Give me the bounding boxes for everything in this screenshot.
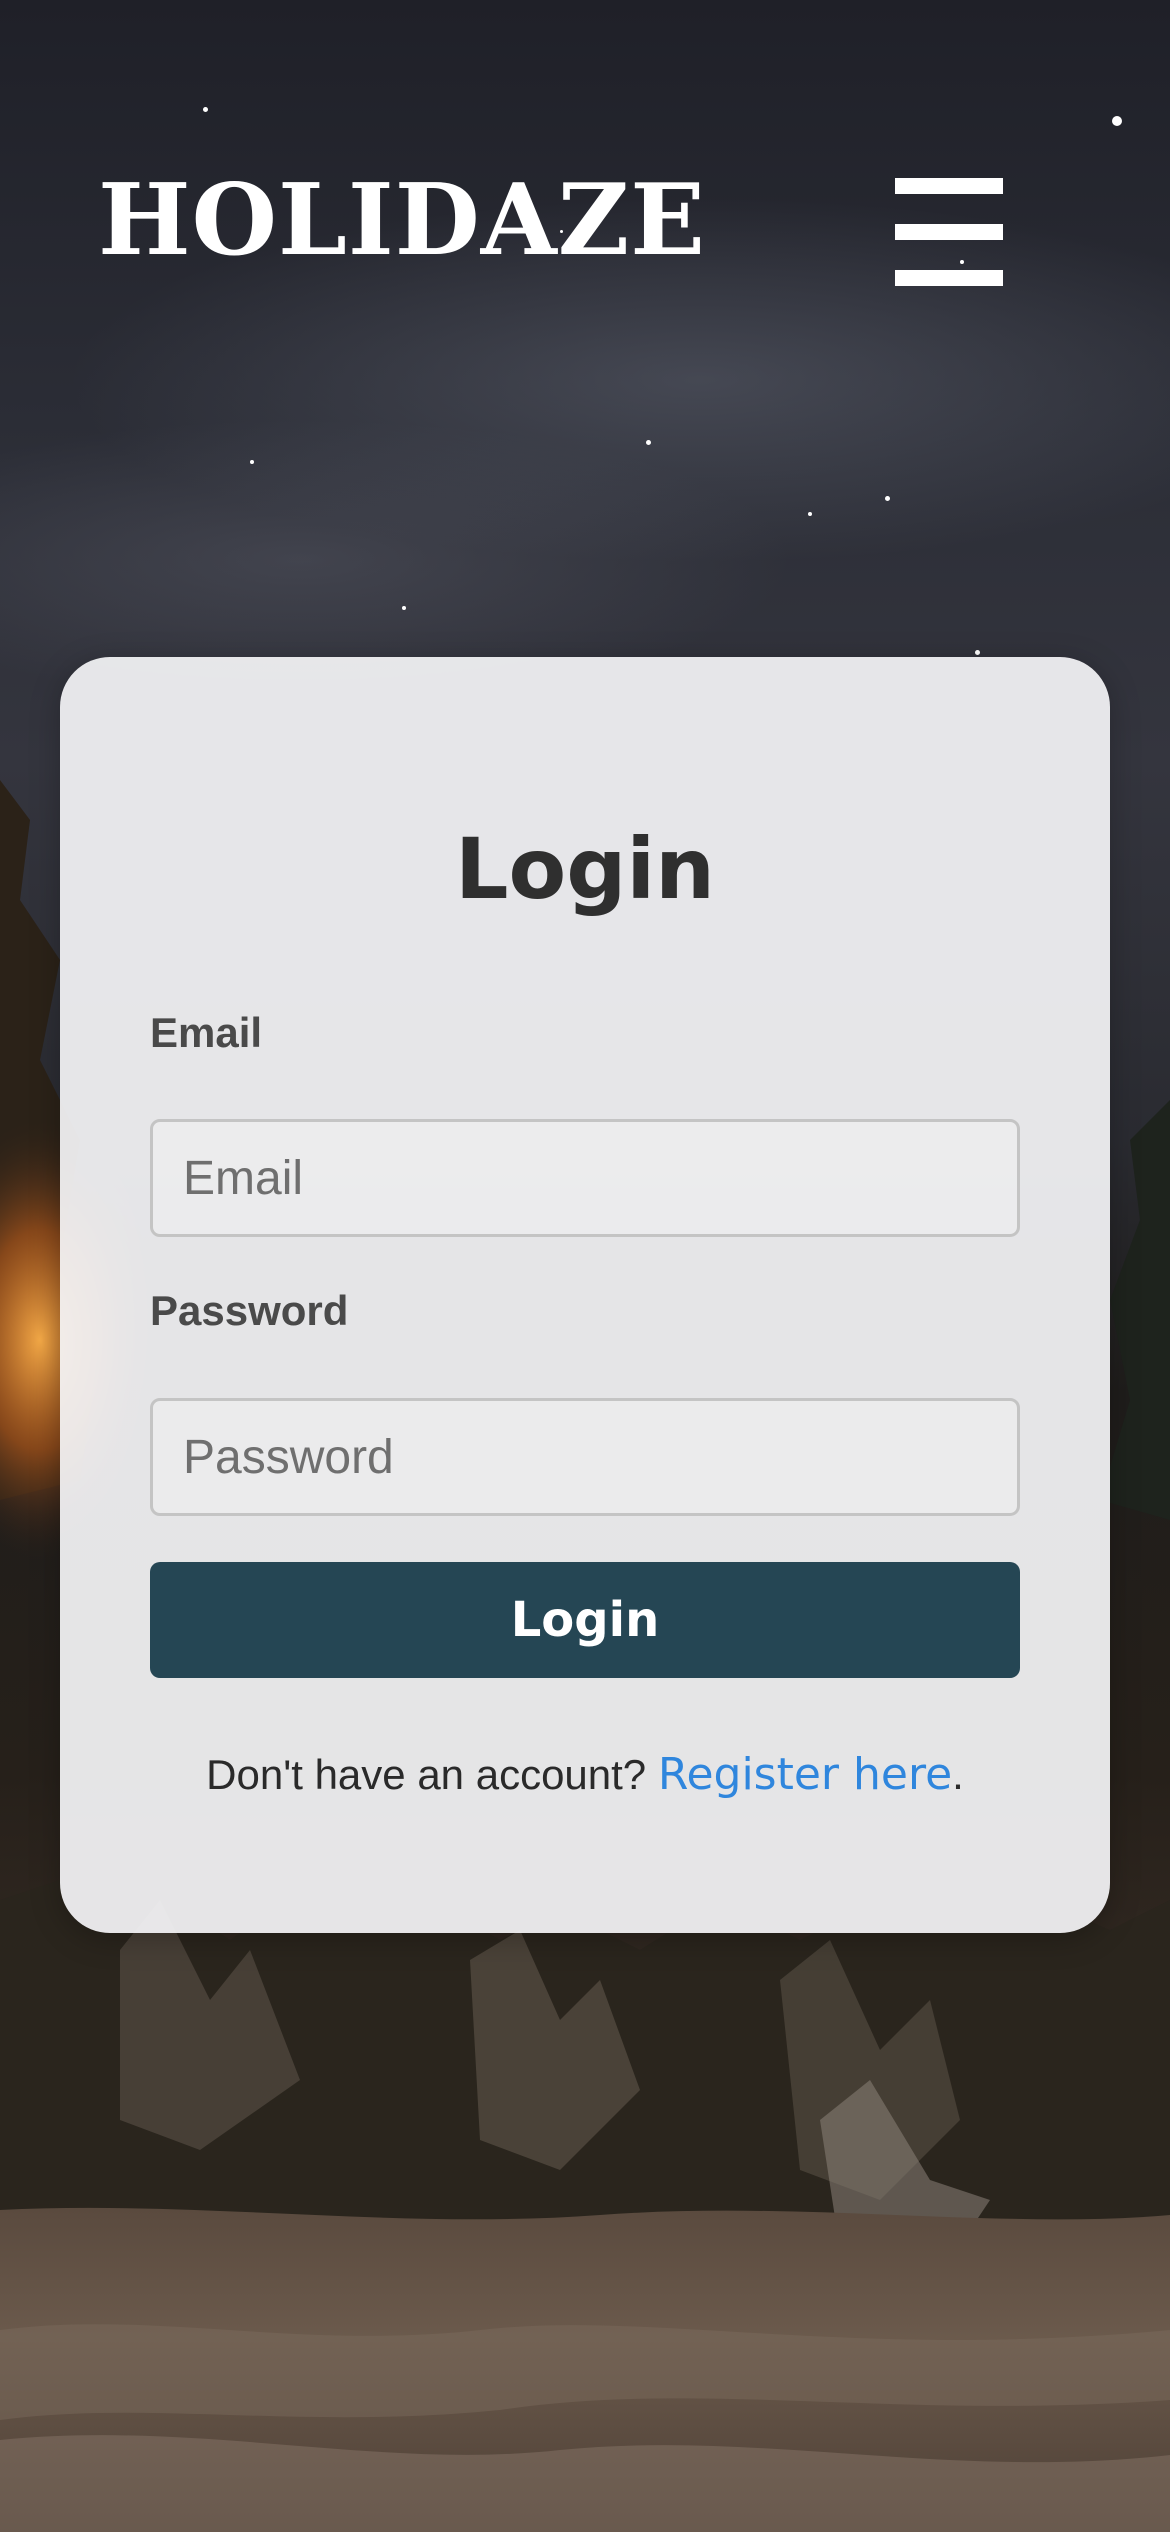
email-label: Email — [150, 1009, 263, 1056]
password-label: Password — [150, 1287, 349, 1334]
register-prompt-text: Don't have an account? — [206, 1751, 658, 1798]
star — [402, 606, 406, 610]
menu-bar — [895, 224, 1003, 240]
register-suffix: . — [952, 1751, 964, 1798]
register-link[interactable]: Register here — [658, 1749, 952, 1800]
email-input[interactable] — [150, 1119, 1020, 1237]
register-prompt: Don't have an account? Register here. — [60, 1749, 1110, 1800]
star — [250, 460, 254, 464]
star — [203, 107, 208, 112]
star — [885, 496, 890, 501]
site-header: HOLIDAZE — [0, 150, 1170, 310]
menu-bar — [895, 178, 1003, 194]
login-card: Login Email Password Login Don't have an… — [60, 657, 1110, 1933]
star — [975, 650, 980, 655]
hamburger-menu-icon[interactable] — [895, 178, 1003, 286]
login-button[interactable]: Login — [150, 1562, 1020, 1678]
logo[interactable]: HOLIDAZE — [98, 172, 706, 270]
menu-bar — [895, 270, 1003, 286]
star — [808, 512, 812, 516]
password-input[interactable] — [150, 1398, 1020, 1516]
star — [646, 440, 651, 445]
star — [1112, 116, 1122, 126]
login-title: Login — [455, 820, 715, 918]
